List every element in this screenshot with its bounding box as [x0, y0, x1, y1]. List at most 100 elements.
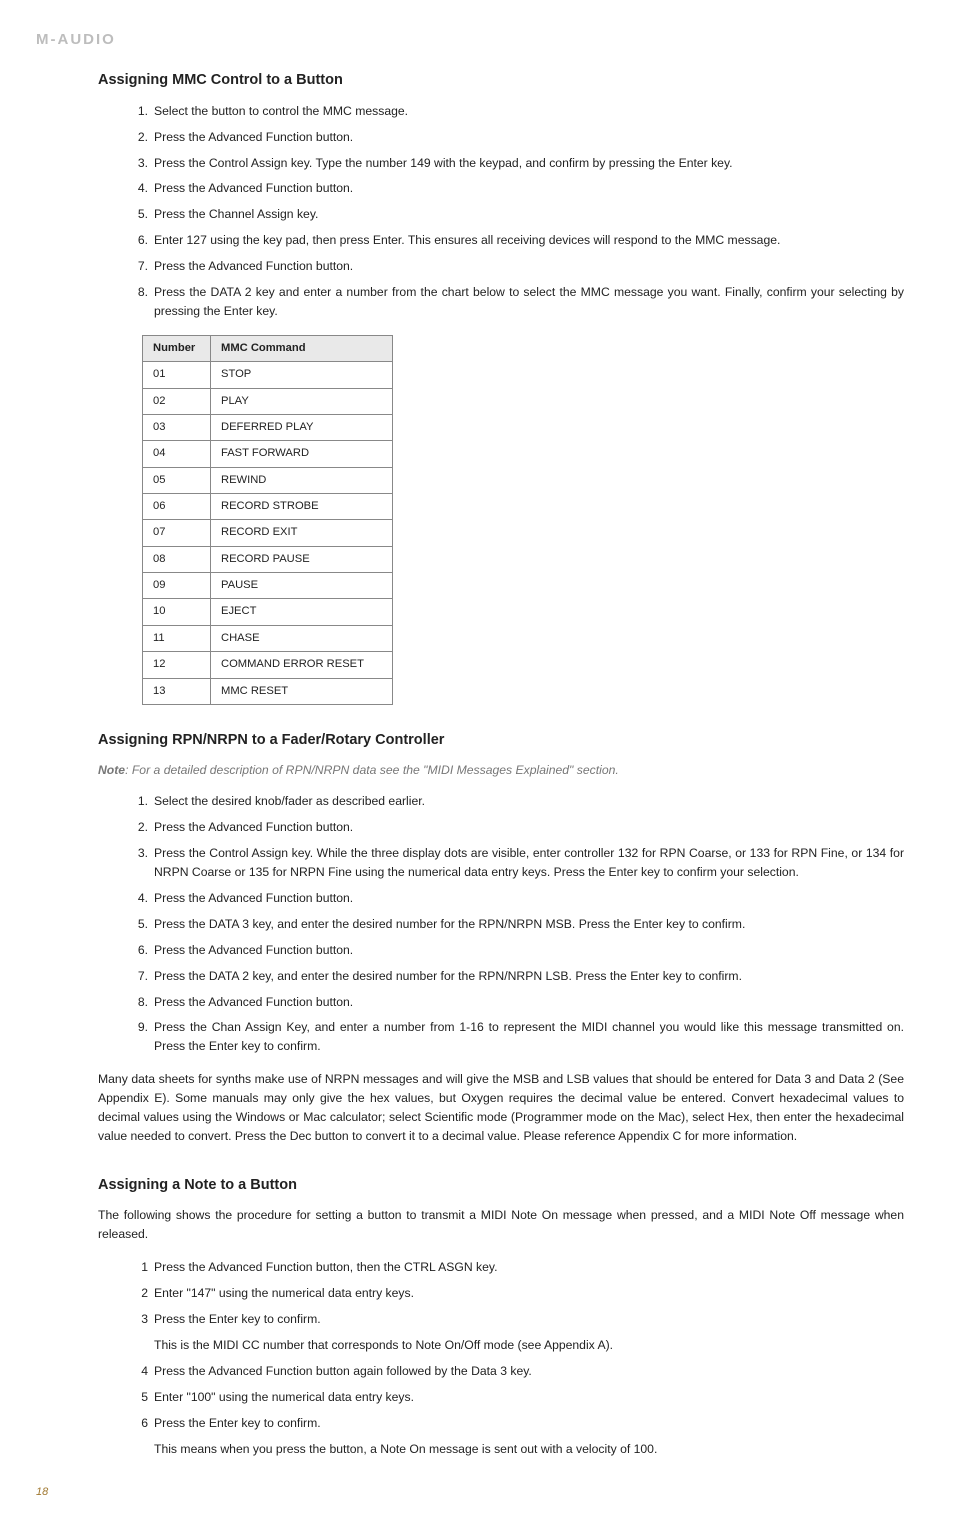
step-text: Press the Advanced Function button. [154, 889, 904, 908]
table-header: MMC Command [211, 335, 393, 361]
table-row: 04FAST FORWARD [143, 441, 393, 467]
step-text: Press the Enter key to confirm. [154, 1414, 904, 1433]
step-num: 5 [132, 1388, 154, 1407]
step-num: 1 [132, 1258, 154, 1277]
table-cell: RECORD PAUSE [211, 546, 393, 572]
step-num: 4. [132, 889, 154, 908]
table-cell: 06 [143, 494, 211, 520]
step-num [132, 1440, 154, 1459]
step-num: 3 [132, 1310, 154, 1329]
steps-mmc: 1.Select the button to control the MMC m… [132, 102, 918, 321]
paragraph-rpn: Many data sheets for synths make use of … [98, 1070, 918, 1146]
step-text: Press the Advanced Function button. [154, 993, 904, 1012]
table-row: 03DEFERRED PLAY [143, 414, 393, 440]
step-text: This is the MIDI CC number that correspo… [154, 1336, 904, 1355]
table-row: 13MMC RESET [143, 678, 393, 704]
step-num: 2. [132, 128, 154, 147]
steps-rpn: 1.Select the desired knob/fader as descr… [132, 792, 918, 1056]
heading-mmc: Assigning MMC Control to a Button [98, 69, 918, 91]
note-text: : For a detailed description of RPN/NRPN… [125, 763, 619, 777]
heading-rpn: Assigning RPN/NRPN to a Fader/Rotary Con… [98, 729, 918, 751]
table-cell: COMMAND ERROR RESET [211, 652, 393, 678]
step-num: 3. [132, 154, 154, 173]
table-header: Number [143, 335, 211, 361]
table-row: 08RECORD PAUSE [143, 546, 393, 572]
step-text: Press the DATA 2 key and enter a number … [154, 283, 904, 321]
step-text: Enter "147" using the numerical data ent… [154, 1284, 904, 1303]
table-row: 11CHASE [143, 625, 393, 651]
table-cell: 05 [143, 467, 211, 493]
table-cell: 10 [143, 599, 211, 625]
step-num: 2. [132, 818, 154, 837]
table-cell: DEFERRED PLAY [211, 414, 393, 440]
step-num: 1. [132, 792, 154, 811]
table-cell: 09 [143, 573, 211, 599]
step-text: Press the DATA 2 key, and enter the desi… [154, 967, 904, 986]
step-num: 1. [132, 102, 154, 121]
table-cell: 12 [143, 652, 211, 678]
step-text: Press the Advanced Function button, then… [154, 1258, 904, 1277]
step-text: Press the Advanced Function button again… [154, 1362, 904, 1381]
table-cell: 03 [143, 414, 211, 440]
step-num: 6. [132, 231, 154, 250]
table-row: 05REWIND [143, 467, 393, 493]
table-cell: FAST FORWARD [211, 441, 393, 467]
step-text: Press the Advanced Function button. [154, 941, 904, 960]
step-text: Press the Advanced Function button. [154, 179, 904, 198]
table-cell: EJECT [211, 599, 393, 625]
step-text: This means when you press the button, a … [154, 1440, 904, 1459]
table-row: 09PAUSE [143, 573, 393, 599]
step-text: Press the Advanced Function button. [154, 257, 904, 276]
step-num: 4 [132, 1362, 154, 1381]
table-row: 06RECORD STROBE [143, 494, 393, 520]
table-cell: 04 [143, 441, 211, 467]
table-cell: PAUSE [211, 573, 393, 599]
step-text: Press the Chan Assign Key, and enter a n… [154, 1018, 904, 1056]
step-text: Enter "100" using the numerical data ent… [154, 1388, 904, 1407]
step-text: Press the Enter key to confirm. [154, 1310, 904, 1329]
step-num: 6 [132, 1414, 154, 1433]
table-row: 07RECORD EXIT [143, 520, 393, 546]
step-text: Press the Control Assign key. While the … [154, 844, 904, 882]
note-label: Note [98, 763, 125, 777]
mmc-table: Number MMC Command 01STOP02PLAY03DEFERRE… [142, 335, 393, 705]
step-text: Enter 127 using the key pad, then press … [154, 231, 904, 250]
step-num: 3. [132, 844, 154, 882]
step-text: Press the Advanced Function button. [154, 818, 904, 837]
step-num: 6. [132, 941, 154, 960]
step-num: 2 [132, 1284, 154, 1303]
table-cell: 01 [143, 362, 211, 388]
table-cell: 08 [143, 546, 211, 572]
intro-note: The following shows the procedure for se… [98, 1206, 918, 1244]
step-text: Press the Advanced Function button. [154, 128, 904, 147]
step-num: 8. [132, 993, 154, 1012]
step-num: 5. [132, 205, 154, 224]
steps-note: 1Press the Advanced Function button, the… [132, 1258, 918, 1458]
step-num: 9. [132, 1018, 154, 1056]
table-cell: CHASE [211, 625, 393, 651]
table-cell: 02 [143, 388, 211, 414]
table-cell: STOP [211, 362, 393, 388]
step-num: 7. [132, 967, 154, 986]
table-cell: RECORD STROBE [211, 494, 393, 520]
table-cell: 07 [143, 520, 211, 546]
step-num: 5. [132, 915, 154, 934]
page-number: 18 [36, 1484, 918, 1501]
note-rpn: Note: For a detailed description of RPN/… [98, 761, 918, 780]
brand-logo: M-AUDIO [36, 28, 918, 51]
step-num [132, 1336, 154, 1355]
step-text: Press the DATA 3 key, and enter the desi… [154, 915, 904, 934]
table-cell: REWIND [211, 467, 393, 493]
table-row: 12COMMAND ERROR RESET [143, 652, 393, 678]
table-cell: 11 [143, 625, 211, 651]
step-text: Select the button to control the MMC mes… [154, 102, 904, 121]
heading-note: Assigning a Note to a Button [98, 1174, 918, 1196]
table-cell: PLAY [211, 388, 393, 414]
step-text: Press the Control Assign key. Type the n… [154, 154, 904, 173]
table-row: 01STOP [143, 362, 393, 388]
table-cell: MMC RESET [211, 678, 393, 704]
table-row: 02PLAY [143, 388, 393, 414]
step-num: 7. [132, 257, 154, 276]
table-cell: RECORD EXIT [211, 520, 393, 546]
step-num: 4. [132, 179, 154, 198]
